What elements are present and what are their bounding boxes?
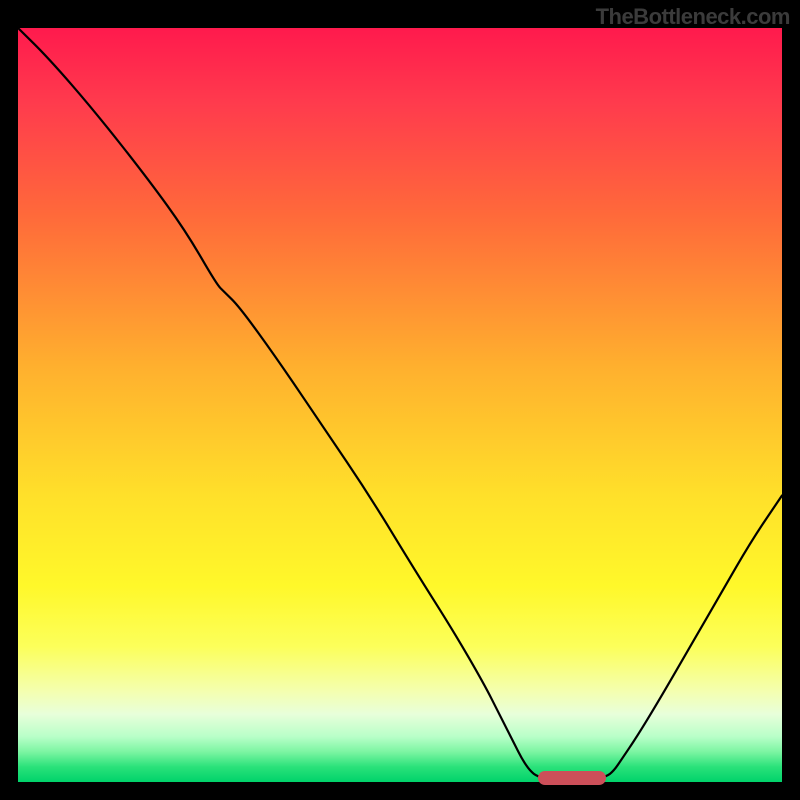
curve-svg	[18, 28, 782, 782]
plot-area	[18, 28, 782, 782]
optimal-range-marker	[538, 771, 607, 785]
bottleneck-curve	[18, 28, 782, 780]
watermark-text: TheBottleneck.com	[596, 4, 790, 30]
chart-container: TheBottleneck.com	[0, 0, 800, 800]
